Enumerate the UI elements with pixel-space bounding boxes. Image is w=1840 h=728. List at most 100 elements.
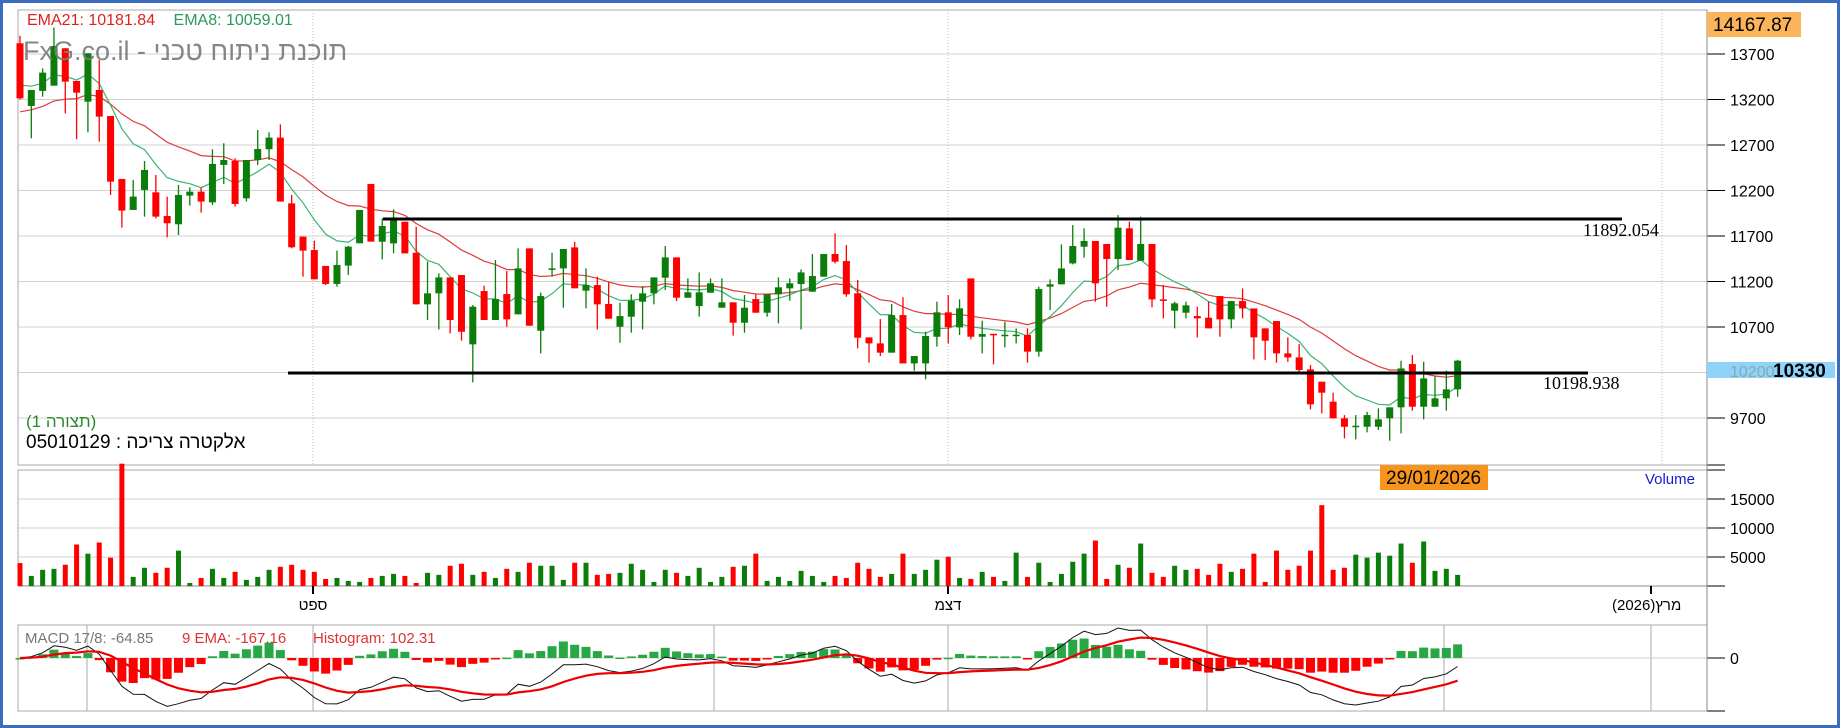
candle-body (491, 299, 499, 320)
volume-bar (1036, 562, 1042, 586)
candle (491, 260, 499, 320)
candle-body (446, 277, 454, 320)
candle-body (1306, 369, 1314, 405)
volume-bar (425, 572, 431, 586)
candle-body (695, 292, 703, 307)
candle-body (1261, 328, 1269, 341)
candle (446, 277, 454, 334)
candle (888, 304, 896, 353)
macd-histogram-bar (739, 658, 749, 661)
macd-histogram-bar (502, 657, 512, 660)
candle (163, 196, 171, 238)
candle (876, 319, 884, 357)
candle-body (333, 264, 341, 284)
candle-body (740, 307, 748, 323)
macd-histogram-bar (355, 655, 365, 658)
volume-bar (945, 556, 951, 586)
price-tick-label: 13700 (1730, 47, 1775, 64)
price-axis: 13700 13200 12700 12200 11700 11200 10700 9700 1… (1706, 10, 1775, 712)
macd-histogram-bar (287, 658, 297, 661)
candle (808, 254, 816, 292)
candle (707, 278, 715, 293)
candle-body (220, 160, 228, 165)
price-tick-label: 11700 (1730, 229, 1773, 246)
candle-body (356, 209, 364, 244)
candle-body (95, 89, 103, 117)
macd-histogram-bar (343, 658, 353, 665)
macd-histogram-bar (660, 647, 670, 658)
volume-bar (153, 572, 159, 586)
volume-bar (753, 553, 759, 586)
candle-body (435, 277, 443, 294)
volume-bar (1341, 567, 1347, 586)
candle (310, 240, 318, 280)
volume-bar (108, 557, 114, 586)
candle-body (1193, 316, 1201, 319)
candle (831, 233, 839, 264)
macd-histogram-bar (1294, 658, 1304, 670)
candle (1125, 221, 1133, 261)
candle-body (1329, 401, 1337, 419)
candle-body (1227, 301, 1235, 320)
date-label-mar: מרץ(2026) (1612, 597, 1681, 614)
candle-body (1046, 284, 1054, 287)
volume-bar (1058, 573, 1064, 586)
candle (956, 299, 964, 336)
candle (1239, 288, 1247, 319)
candle (367, 183, 375, 242)
candle (1012, 328, 1020, 344)
volume-bar (119, 463, 125, 586)
candle (1374, 408, 1382, 431)
volume-bar (1138, 543, 1144, 586)
macd-histogram-bar (366, 654, 376, 658)
candle-body (1171, 303, 1179, 311)
candle-body (1454, 360, 1462, 390)
candle-body (1352, 425, 1360, 428)
macd-histogram-bar (411, 658, 421, 661)
volume-tick-label: 15000 (1730, 492, 1775, 509)
candle-body (684, 292, 692, 298)
candle (412, 226, 420, 305)
candle-body (174, 194, 182, 225)
candle (254, 129, 262, 165)
candle-body (786, 283, 794, 289)
candle (559, 249, 567, 308)
volume-label: Volume (1645, 471, 1695, 488)
volume-bar (345, 580, 351, 586)
candle (763, 294, 771, 317)
candle (242, 160, 250, 202)
volume-bars (17, 463, 1461, 586)
candle-body (73, 80, 81, 93)
macd-zero-tick: 0 (1730, 651, 1739, 668)
candles (16, 27, 1462, 441)
volume-bar (1070, 561, 1076, 586)
macd-histogram-bar (468, 658, 478, 664)
candle-body (774, 287, 782, 295)
volume-bar (379, 575, 385, 586)
volume-bar (289, 564, 295, 586)
candle-body (944, 312, 952, 328)
candle-body (876, 343, 884, 353)
candle (1091, 241, 1099, 302)
volume-bar (764, 580, 770, 586)
candle (593, 276, 601, 330)
candle (1046, 279, 1054, 311)
volume-bar (1398, 543, 1404, 586)
candle-body (1125, 228, 1133, 261)
candle (582, 268, 590, 309)
macd-histogram-bar (536, 651, 546, 658)
macd-histogram-bar (932, 658, 942, 660)
macd-histogram-bar (241, 649, 251, 658)
macd-histogram-bar (389, 648, 399, 658)
candle (571, 241, 579, 289)
volume-bar (923, 569, 929, 586)
macd-histogram-bar (162, 658, 172, 679)
chart-canvas[interactable]: 13700 13200 12700 12200 11700 11200 10700 9700 1… (0, 0, 1840, 728)
candle-body (1420, 378, 1428, 407)
candle-body (469, 306, 477, 345)
volume-bar (1353, 554, 1359, 586)
candle-body (978, 334, 986, 337)
candle-body (457, 275, 465, 332)
candle-body (933, 312, 941, 337)
macd-histogram-bar (1102, 646, 1112, 658)
